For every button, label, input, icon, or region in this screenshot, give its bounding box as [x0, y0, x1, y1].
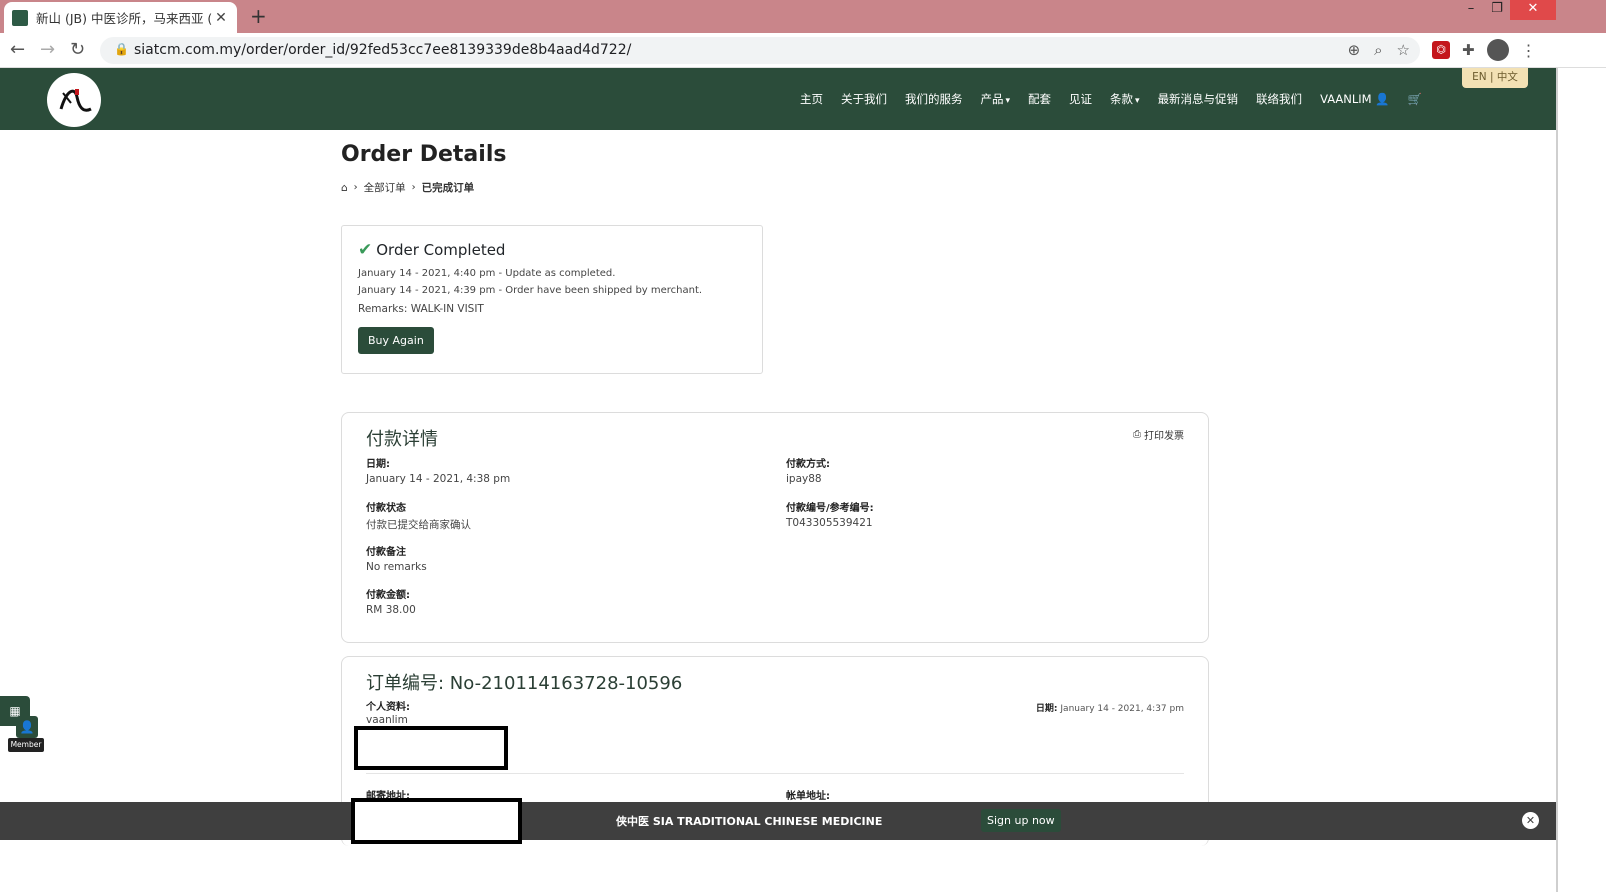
- status-history-line: January 14 - 2021, 4:39 pm - Order have …: [358, 285, 703, 296]
- nav-packages[interactable]: 配套: [1028, 91, 1051, 107]
- pdf-extension-icon[interactable]: ⏣: [1432, 41, 1450, 59]
- order-date-value: January 14 - 2021, 4:37 pm: [1060, 704, 1184, 714]
- order-remarks: Remarks: WALK-IN VISIT: [358, 303, 484, 315]
- chevron-right-icon: ›: [411, 182, 416, 193]
- section-divider: [366, 773, 1184, 774]
- payment-date-label: 日期:: [366, 459, 390, 470]
- order-number-title: 订单编号: No-210114163728-10596: [366, 673, 683, 694]
- new-tab-icon[interactable]: +: [250, 4, 267, 28]
- payment-section-title: 付款详情: [366, 429, 438, 450]
- nav-about[interactable]: 关于我们: [841, 91, 887, 107]
- profile-field: 个人资料: vaanlim: [366, 698, 410, 726]
- main-menu: 主页 关于我们 我们的服务 产品 配套 见证 条款 最新消息与促销 联络我们 V…: [800, 91, 1422, 107]
- payment-remarks-value: No remarks: [366, 561, 427, 573]
- profile-label: 个人资料:: [366, 702, 410, 713]
- browser-tabbar: 新山 (JB) 中医诊所，马来西亚 (M ✕ + – ❐ ✕: [0, 0, 1606, 33]
- profile-avatar-icon[interactable]: [1486, 39, 1509, 61]
- status-heading: Order Completed: [376, 241, 506, 259]
- chevron-right-icon: ›: [353, 182, 358, 193]
- install-icon[interactable]: ⊕: [1348, 41, 1361, 59]
- print-invoice-label: 打印发票: [1144, 431, 1184, 442]
- payment-remarks-label: 付款备注: [366, 547, 406, 558]
- tab-close-icon[interactable]: ✕: [213, 10, 229, 26]
- order-status-card: ✔ Order Completed January 14 - 2021, 4:4…: [341, 225, 763, 374]
- check-icon: ✔: [358, 240, 373, 260]
- nav-username: VAANLIM: [1320, 92, 1372, 106]
- nav-testimonials[interactable]: 见证: [1069, 91, 1092, 107]
- payment-method-field: 付款方式: ipay88: [786, 455, 830, 485]
- window-restore-icon[interactable]: ❐: [1482, 0, 1512, 20]
- payment-method-value: ipay88: [786, 473, 822, 485]
- payment-remarks-field: 付款备注 No remarks: [366, 543, 427, 573]
- payment-status-field: 付款状态 付款已提交给商家确认: [366, 499, 471, 532]
- payment-ref-field: 付款编号/参考编号: T043305539421: [786, 499, 874, 529]
- payment-details-card: 付款详情 ⎙ 打印发票 日期: January 14 - 2021, 4:38 …: [341, 412, 1209, 643]
- breadcrumb-all-orders[interactable]: 全部订单: [364, 180, 406, 195]
- printer-icon: ⎙: [1133, 429, 1141, 440]
- window-close-icon[interactable]: ✕: [1510, 0, 1556, 20]
- nav-products[interactable]: 产品: [981, 91, 1011, 107]
- url-field[interactable]: 🔒 siatcm.com.my/order/order_id/92fed53cc…: [100, 37, 1420, 64]
- close-icon[interactable]: ✕: [1522, 812, 1539, 829]
- nav-user-account[interactable]: VAANLIM 👤: [1320, 92, 1390, 106]
- scrollbar[interactable]: [1556, 68, 1558, 892]
- order-date: 日期: January 14 - 2021, 4:37 pm: [1036, 701, 1184, 714]
- forward-icon[interactable]: →: [40, 39, 55, 60]
- zoom-icon[interactable]: ⌕: [1374, 41, 1382, 59]
- site-header: 主页 关于我们 我们的服务 产品 配套 见证 条款 最新消息与促销 联络我们 V…: [0, 68, 1556, 130]
- lock-icon: 🔒: [114, 42, 129, 56]
- url-text: siatcm.com.my/order/order_id/92fed53cc7e…: [134, 42, 632, 58]
- browser-menu-icon[interactable]: ⋮: [1521, 41, 1537, 60]
- back-icon[interactable]: ←: [10, 39, 25, 60]
- status-history-line: January 14 - 2021, 4:40 pm - Update as c…: [358, 268, 616, 279]
- member-label: Member: [8, 738, 44, 752]
- site-logo[interactable]: [47, 73, 101, 127]
- nav-contact[interactable]: 联络我们: [1256, 91, 1302, 107]
- payment-amount-field: 付款金额: RM 38.00: [366, 586, 416, 616]
- payment-amount-label: 付款金额:: [366, 590, 410, 601]
- payment-method-label: 付款方式:: [786, 459, 830, 470]
- cart-icon[interactable]: 🛒: [1408, 92, 1422, 106]
- browser-address-bar: ← → ↻ 🔒 siatcm.com.my/order/order_id/92f…: [0, 33, 1606, 68]
- signup-banner: 侠中医 SIA TRADITIONAL CHINESE MEDICINE Sig…: [0, 802, 1556, 840]
- brush-logo-icon: [59, 89, 92, 112]
- home-icon[interactable]: ⌂: [341, 182, 348, 194]
- extensions-puzzle-icon[interactable]: ✚: [1462, 41, 1475, 59]
- profile-value: vaanlim: [366, 714, 408, 726]
- payment-ref-label: 付款编号/参考编号:: [786, 503, 874, 514]
- nav-news[interactable]: 最新消息与促销: [1158, 91, 1239, 107]
- order-date-label: 日期:: [1035, 704, 1058, 714]
- browser-tab[interactable]: 新山 (JB) 中医诊所，马来西亚 (M ✕: [4, 2, 237, 33]
- sign-up-button[interactable]: Sign up now: [981, 809, 1061, 832]
- reload-icon[interactable]: ↻: [70, 39, 85, 60]
- nav-home[interactable]: 主页: [800, 91, 823, 107]
- nav-terms[interactable]: 条款: [1110, 91, 1140, 107]
- buy-again-button[interactable]: Buy Again: [358, 327, 434, 354]
- redacted-box: [354, 726, 508, 770]
- nav-services[interactable]: 我们的服务: [905, 91, 963, 107]
- page-title: Order Details: [341, 142, 507, 167]
- tab-title: 新山 (JB) 中医诊所，马来西亚 (M: [36, 11, 213, 26]
- language-switch[interactable]: EN | 中文: [1462, 68, 1528, 88]
- payment-status-label: 付款状态: [366, 503, 406, 514]
- breadcrumb-completed-orders: 已完成订单: [421, 182, 475, 194]
- user-icon: 👤: [1375, 92, 1390, 106]
- payment-date-field: 日期: January 14 - 2021, 4:38 pm: [366, 455, 510, 485]
- bookmark-star-icon[interactable]: ☆: [1397, 41, 1410, 59]
- billing-address-label: 帐单地址:: [786, 791, 830, 802]
- payment-date-value: January 14 - 2021, 4:38 pm: [366, 473, 511, 485]
- payment-amount-value: RM 38.00: [366, 604, 416, 616]
- member-icon[interactable]: 👤: [16, 716, 38, 738]
- signup-banner-text: 侠中医 SIA TRADITIONAL CHINESE MEDICINE: [616, 815, 883, 828]
- breadcrumb: ⌂ › 全部订单 › 已完成订单: [341, 180, 474, 195]
- site-favicon-icon: [12, 9, 28, 26]
- payment-status-value: 付款已提交给商家确认: [366, 519, 471, 531]
- payment-ref-value: T043305539421: [786, 517, 873, 529]
- redacted-box: [351, 798, 522, 844]
- print-invoice-link[interactable]: ⎙ 打印发票: [1133, 427, 1184, 442]
